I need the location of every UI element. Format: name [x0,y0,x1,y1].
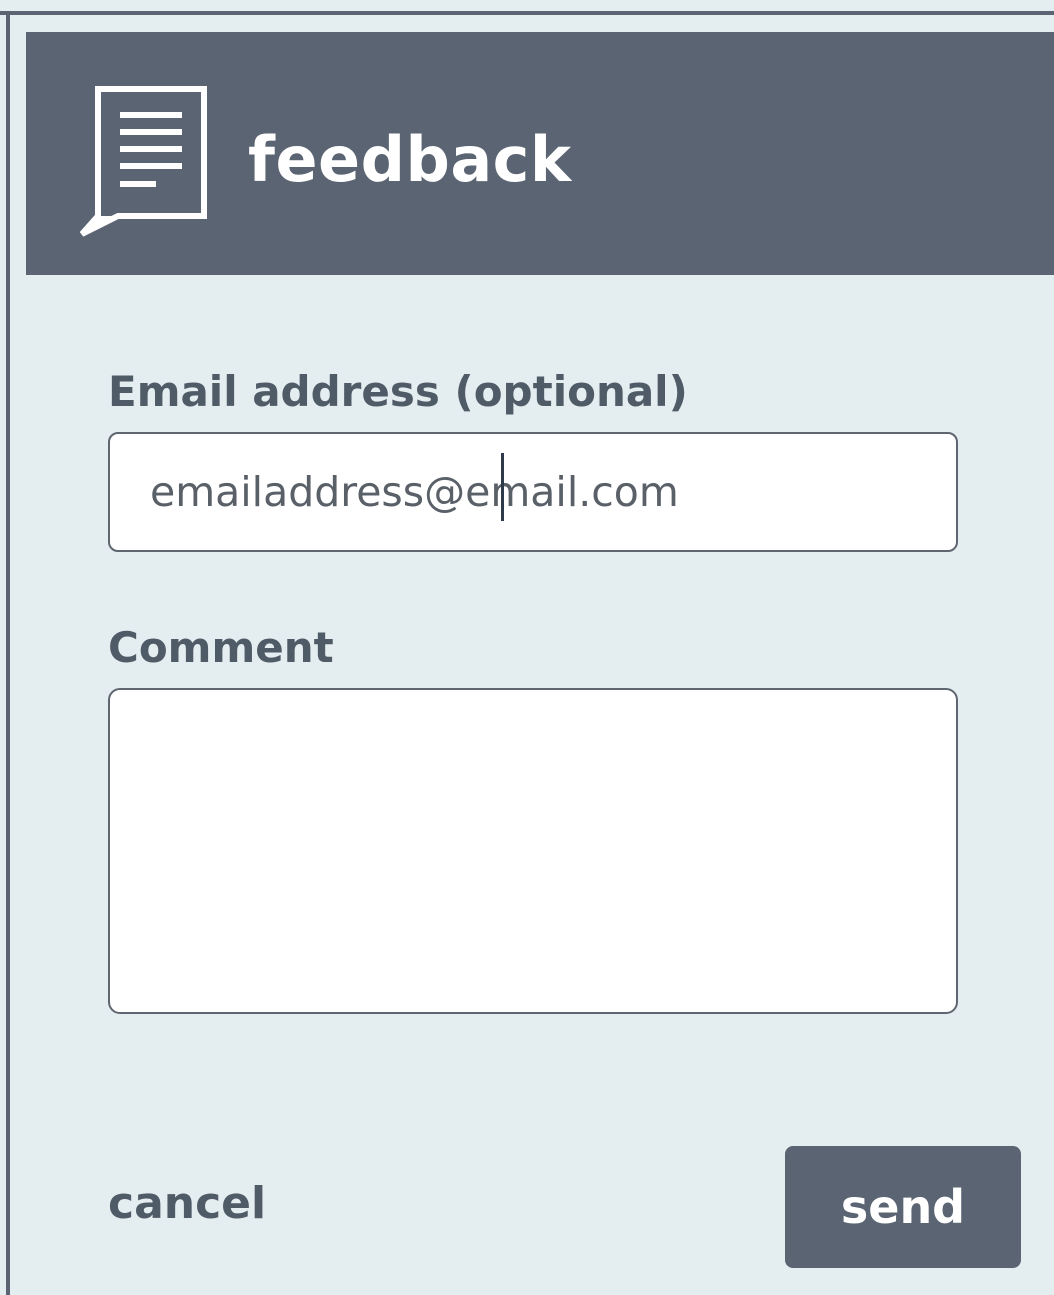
dialog-frame-top-border [0,11,1054,15]
text-caret [501,453,504,521]
feedback-dialog: feedback Email address (optional) emaila… [0,0,1054,1295]
send-button[interactable]: send [785,1146,1021,1268]
email-label: Email address (optional) [108,367,688,416]
comment-label: Comment [108,623,334,672]
dialog-frame-left-border [6,11,10,1295]
cancel-button[interactable]: cancel [108,1172,266,1236]
comment-textarea[interactable] [108,688,958,1014]
email-field-value[interactable]: emailaddress@email.com [150,462,679,522]
dialog-title: feedback [248,123,572,196]
feedback-icon [80,86,207,237]
